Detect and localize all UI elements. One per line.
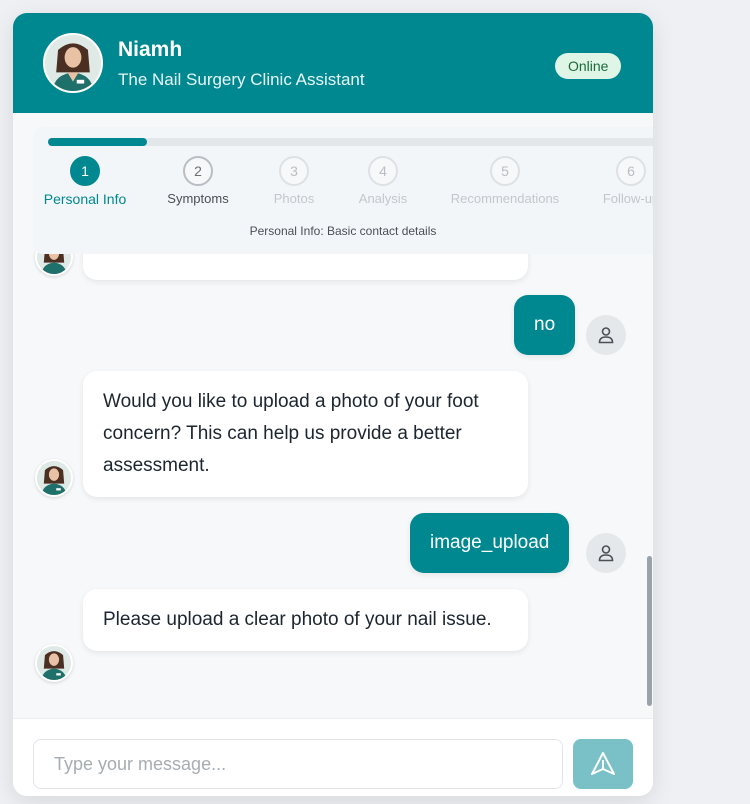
bot-message: Please upload a clear photo of your nail… xyxy=(83,589,528,651)
step-number: 4 xyxy=(368,156,398,186)
agent-name: Niamh xyxy=(118,38,183,61)
progress-tracker: 1 Personal Info 2 Symptoms 3 Photos 4 An… xyxy=(33,127,653,254)
user-avatar-icon xyxy=(586,533,626,573)
send-icon xyxy=(591,752,615,775)
step-number: 2 xyxy=(183,156,213,186)
nurse-avatar-icon xyxy=(37,461,71,495)
step-label: Follow-up xyxy=(602,191,653,206)
chat-header: Niamh The Nail Surgery Clinic Assistant … xyxy=(13,13,653,113)
person-icon xyxy=(598,327,614,344)
chat-messages-area[interactable]: 1 Personal Info 2 Symptoms 3 Photos 4 An… xyxy=(13,113,653,718)
step-recommendations: 5 Recommendations xyxy=(440,156,570,206)
nurse-avatar-icon xyxy=(37,646,71,680)
step-label: Recommendations xyxy=(450,191,560,206)
progress-bar-fill xyxy=(48,138,148,146)
step-label: Analysis xyxy=(358,191,408,206)
bot-message: Would you like to upload a photo of your… xyxy=(83,371,528,497)
step-number: 3 xyxy=(279,156,309,186)
user-avatar-icon xyxy=(586,315,626,355)
composer xyxy=(13,718,653,796)
message-input[interactable] xyxy=(33,739,563,789)
agent-role: The Nail Surgery Clinic Assistant xyxy=(118,70,365,89)
step-number: 6 xyxy=(616,156,646,186)
user-message: image_upload xyxy=(410,513,570,573)
bot-avatar xyxy=(35,459,73,497)
nurse-avatar-icon xyxy=(45,35,101,91)
step-description: Personal Info: Basic contact details xyxy=(249,224,437,238)
send-button[interactable] xyxy=(573,739,633,789)
step-analysis: 4 Analysis xyxy=(318,156,448,206)
bot-avatar xyxy=(35,644,73,682)
step-number: 1 xyxy=(70,156,100,186)
scrollbar-thumb[interactable] xyxy=(647,556,652,706)
agent-avatar xyxy=(43,33,103,93)
step-follow-up: 6 Follow-up xyxy=(566,156,653,206)
chat-widget: Niamh The Nail Surgery Clinic Assistant … xyxy=(13,13,653,796)
progress-bar xyxy=(48,138,653,146)
person-icon xyxy=(598,545,614,562)
status-badge: Online xyxy=(555,53,622,79)
step-number: 5 xyxy=(490,156,520,186)
user-message: no xyxy=(514,295,576,355)
